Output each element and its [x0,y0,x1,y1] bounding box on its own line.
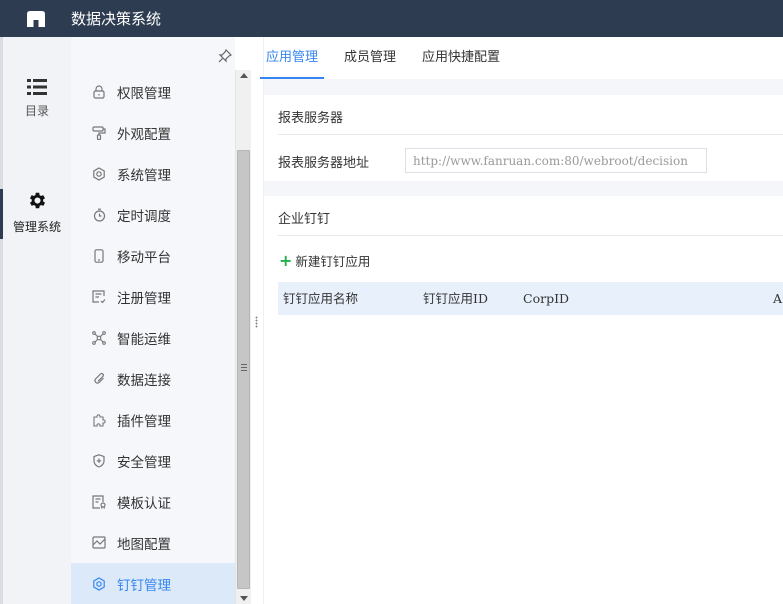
top-bar: 数据决策系统 [0,0,783,37]
rail-item-management[interactable]: 管理系统 [3,190,71,235]
sidebar-item-map-config[interactable]: 地图配置 [71,522,235,563]
puzzle-icon [92,413,106,427]
column-header-app-id: 钉钉应用ID [423,291,488,306]
report-server-panel: 报表服务器 报表服务器地址 [264,95,783,181]
certificate-icon [92,494,106,509]
sidebar-item-mobile[interactable]: 移动平台 [71,235,235,276]
column-header-truncated: A [773,291,783,306]
server-address-label: 报表服务器地址 [278,156,370,171]
add-app-label: 新建钉钉应用 [295,254,371,269]
sidebar-scrollbar[interactable] [235,70,251,604]
map-icon [92,536,106,550]
sidebar-item-system[interactable]: 系统管理 [71,153,235,194]
tab-app-quick-config[interactable]: 应用快捷配置 [422,37,500,79]
dingtalk-panel: 企业钉钉 + 新建钉钉应用 钉钉应用名称 钉钉应用ID CorpID A [264,196,783,604]
lock-icon [92,84,106,99]
stopwatch-icon [92,208,106,222]
sidebar-item-security[interactable]: 安全管理 [71,440,235,481]
mobile-icon [92,248,106,263]
sidebar-item-permissions[interactable]: 权限管理 [71,71,235,112]
rail-item-label: 目录 [24,104,49,118]
dingtalk-settings-icon [92,576,106,591]
register-icon [92,290,106,304]
gear-icon [29,192,45,209]
column-header-corpid: CorpID [523,291,570,306]
left-rail: 目录 管理系统 [0,37,71,604]
sidebar-item-data-connection[interactable]: 数据连接 [71,358,235,399]
settings-icon [92,166,106,181]
list-icon [27,79,47,95]
add-dingtalk-app-button[interactable]: + 新建钉钉应用 [279,251,370,270]
sidebar-item-registration[interactable]: 注册管理 [71,276,235,317]
sidebar-item-ops[interactable]: 智能运维 [71,317,235,358]
paperclip-icon [92,372,106,386]
app-title: 数据决策系统 [71,10,162,28]
rail-item-directory[interactable]: 目录 [3,79,71,119]
section-title: 企业钉钉 [278,212,331,227]
divider [278,235,783,236]
sidebar-item-appearance[interactable]: 外观配置 [71,112,235,153]
paint-roller-icon [92,125,106,140]
divider [278,134,783,135]
tab-member-management[interactable]: 成员管理 [344,37,396,79]
table-header: 钉钉应用名称 钉钉应用ID CorpID A [278,282,783,315]
home-logo-icon[interactable] [26,10,46,28]
network-icon [92,330,106,345]
server-address-input[interactable] [405,148,707,173]
grip-icon [241,364,247,371]
shield-icon [92,453,106,468]
column-header-app-name: 钉钉应用名称 [283,291,359,306]
panel-splitter[interactable] [251,37,264,604]
main-content: 应用管理 成员管理 应用快捷配置 报表服务器 报表服务器地址 企业钉钉 + 新建… [259,37,783,604]
sidebar-item-plugins[interactable]: 插件管理 [71,399,235,440]
pin-icon[interactable] [215,46,235,66]
rail-item-label: 管理系统 [12,220,61,234]
plus-icon: + [279,250,293,270]
scroll-down-arrow-icon[interactable] [240,596,248,601]
scroll-up-arrow-icon[interactable] [240,73,248,78]
sidebar-item-template-auth[interactable]: 模板认证 [71,481,235,522]
scrollbar-thumb[interactable] [237,150,250,589]
drag-handle-icon[interactable] [255,316,258,328]
sidebar-menu: 权限管理 外观配置 系统管理 定时调度 移动平台 注册管理 智能运维 数据连接 [71,71,235,604]
sidebar-item-scheduling[interactable]: 定时调度 [71,194,235,235]
sidebar-item-dingtalk[interactable]: 钉钉管理 [71,563,235,604]
sidebar: 权限管理 外观配置 系统管理 定时调度 移动平台 注册管理 智能运维 数据连接 [71,37,235,604]
section-title: 报表服务器 [278,111,344,126]
tab-app-management[interactable]: 应用管理 [259,37,325,79]
tab-bar: 应用管理 成员管理 应用快捷配置 [259,37,783,79]
